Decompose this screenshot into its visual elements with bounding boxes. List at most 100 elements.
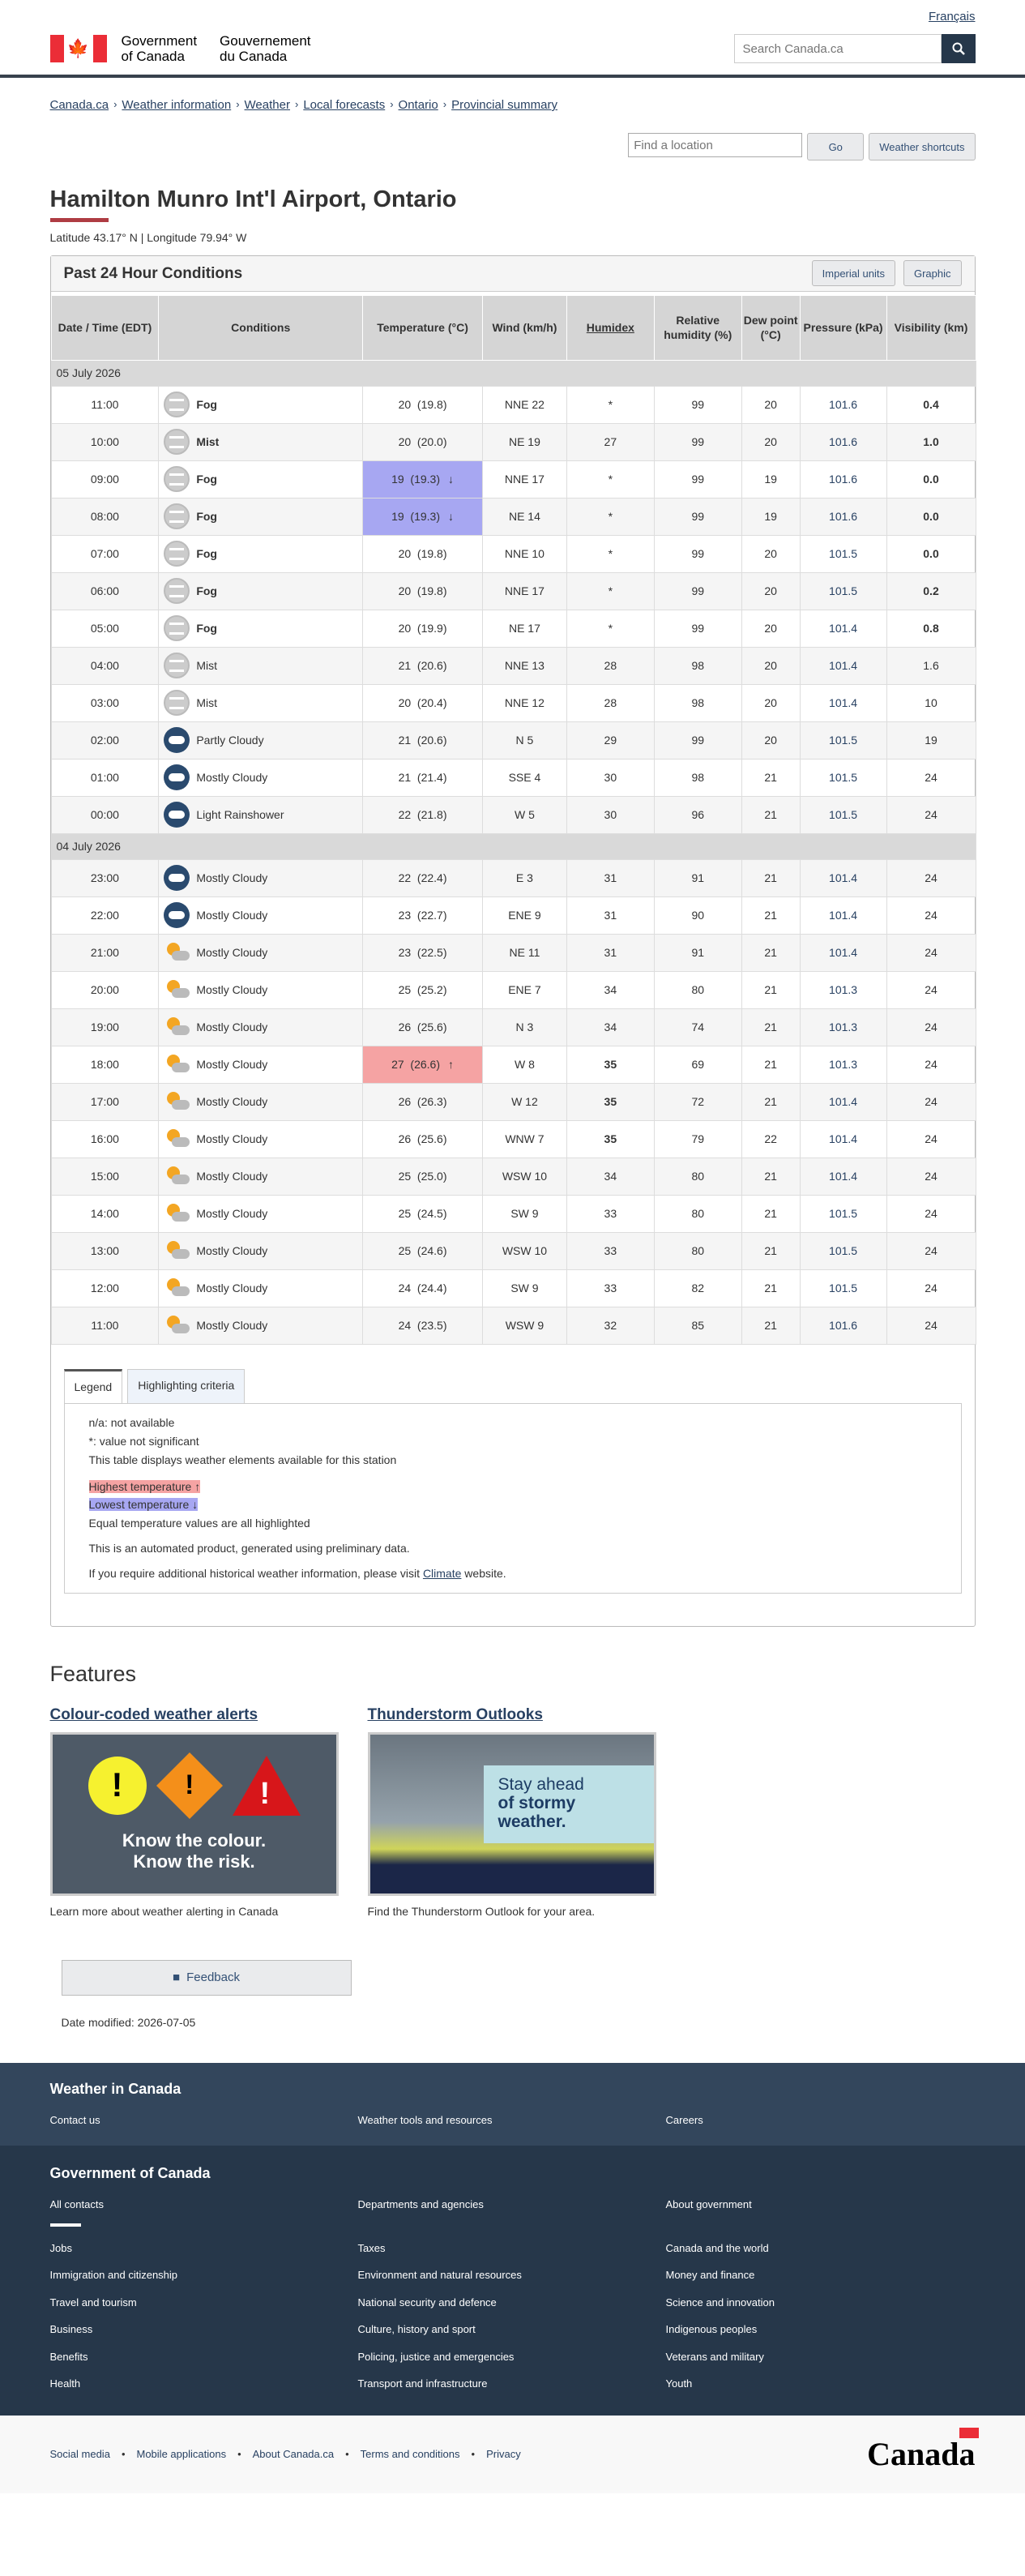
- humidity-cell: 91: [653, 933, 742, 972]
- breadcrumb-link[interactable]: Weather: [245, 97, 290, 113]
- footer-link[interactable]: Benefits: [50, 2350, 358, 2364]
- breadcrumb-link[interactable]: Canada.ca: [50, 97, 109, 113]
- wind-cell: WNW 7: [481, 1119, 567, 1158]
- footer-link[interactable]: Culture, history and sport: [358, 2322, 666, 2337]
- temp-detail: (24.6): [416, 1243, 447, 1257]
- footer-link[interactable]: Contact us: [50, 2113, 358, 2128]
- legend-equal: Equal temperature values are all highlig…: [88, 1517, 310, 1530]
- fog-weather-icon: [164, 503, 190, 530]
- humidity-cell: 90: [653, 896, 742, 935]
- footer-link[interactable]: Money and finance: [666, 2268, 974, 2283]
- date-modified: Date modified: 2026-07-05: [61, 2015, 196, 2029]
- alerts-image[interactable]: ! ! ! Know the colour. Know the risk.: [49, 1732, 339, 1897]
- pressure-cell: 101.5: [799, 1194, 887, 1233]
- alerts-link[interactable]: Colour-coded weather alerts: [50, 1706, 258, 1723]
- temp-value: 20: [398, 584, 412, 597]
- footer-link[interactable]: Health: [50, 2377, 358, 2391]
- conditions-cell: Mostly Cloudy: [158, 896, 364, 935]
- breadcrumb-link[interactable]: Ontario: [399, 97, 438, 113]
- table-row: 08:00 Fog 19 (19.3) ↓ NE 14 * 99 19 101.6 0.0: [50, 497, 976, 536]
- search-icon: [952, 42, 965, 55]
- time-cell: 15:00: [50, 1157, 160, 1196]
- footer-link[interactable]: Canada and the world: [666, 2241, 974, 2256]
- temp-value: 20: [398, 434, 412, 448]
- pressure-cell: 101.4: [799, 933, 887, 972]
- tab-highlighting-criteria[interactable]: Highlighting criteria: [127, 1368, 246, 1403]
- thunderstorm-image[interactable]: Stay ahead of stormy weather.: [367, 1732, 656, 1897]
- footer-bottom-link[interactable]: About Canada.ca: [253, 2447, 334, 2462]
- arrow-down-icon: ↓: [448, 472, 454, 486]
- breadcrumb-link[interactable]: Weather information: [122, 97, 231, 113]
- temp-detail: (25.6): [416, 1132, 447, 1145]
- header-divider: [0, 75, 1025, 78]
- dew-point-cell: 21: [741, 1045, 801, 1084]
- arrow-up-icon: ↑: [448, 1057, 454, 1071]
- feedback-button[interactable]: ■ Feedback: [61, 1959, 352, 1996]
- footer-link[interactable]: Environment and natural resources: [358, 2268, 666, 2283]
- footer-link[interactable]: Transport and infrastructure: [358, 2377, 666, 2391]
- footer-link[interactable]: Science and innovation: [666, 2296, 974, 2310]
- footer-link[interactable]: Departments and agencies: [358, 2197, 666, 2212]
- footer-link[interactable]: Weather tools and resources: [358, 2113, 666, 2128]
- temp-detail: (26.3): [416, 1094, 447, 1108]
- legend-na: n/a: not available: [88, 1415, 175, 1429]
- canada-flag-icon: 🍁: [49, 35, 107, 62]
- footer-government: Government of Canada All contacts Departm…: [0, 2145, 1025, 2416]
- humidex-cell: 35: [566, 1045, 655, 1084]
- visibility-cell: 24: [886, 1194, 976, 1233]
- footer-bottom-link[interactable]: Social media: [50, 2447, 110, 2462]
- footer-link[interactable]: All contacts: [50, 2197, 358, 2212]
- weather-shortcuts-button[interactable]: Weather shortcuts: [869, 133, 976, 161]
- conditions-cell: Mist: [158, 646, 364, 685]
- temp-detail: (19.3): [410, 472, 440, 486]
- footer-link[interactable]: Immigration and citizenship: [50, 2268, 358, 2283]
- time-cell: 11:00: [50, 1306, 160, 1345]
- condition-text: Mostly Cloudy: [196, 945, 268, 959]
- tab-legend[interactable]: Legend: [63, 1368, 123, 1403]
- footer-link[interactable]: About government: [666, 2197, 974, 2212]
- climate-link[interactable]: Climate: [423, 1567, 461, 1580]
- footer-link[interactable]: Jobs: [50, 2241, 358, 2256]
- column-header[interactable]: Humidex: [566, 294, 655, 361]
- footer-link[interactable]: Travel and tourism: [50, 2296, 358, 2310]
- footer-link[interactable]: Policing, justice and emergencies: [358, 2350, 666, 2364]
- gov-canada-signature[interactable]: 🍁 Government of Canada Gouvernement du Can…: [49, 33, 334, 64]
- language-toggle-link[interactable]: Français: [929, 10, 976, 24]
- legend-desc: This table displays weather elements ava…: [88, 1453, 397, 1466]
- conditions-cell: Mostly Cloudy: [158, 1157, 364, 1196]
- date-group-row: 05 July 2026: [50, 359, 976, 387]
- visibility-cell: 24: [886, 795, 976, 834]
- graphic-button[interactable]: Graphic: [903, 260, 962, 287]
- search-button[interactable]: [941, 34, 976, 63]
- footer-link[interactable]: Youth: [666, 2377, 974, 2391]
- column-header: Pressure (kPa): [799, 294, 887, 361]
- footer-link[interactable]: Veterans and military: [666, 2350, 974, 2364]
- imperial-units-button[interactable]: Imperial units: [811, 260, 895, 287]
- humidity-cell: 82: [653, 1269, 742, 1307]
- column-header: Date / Time (EDT): [50, 294, 160, 361]
- time-cell: 03:00: [50, 683, 160, 722]
- footer-link[interactable]: National security and defence: [358, 2296, 666, 2310]
- humidity-cell: 99: [653, 721, 742, 760]
- humidex-cell: 31: [566, 858, 655, 897]
- breadcrumb-link[interactable]: Provincial summary: [451, 97, 557, 113]
- footer-bottom-link[interactable]: Privacy: [486, 2447, 521, 2462]
- footer-bottom-link[interactable]: Terms and conditions: [361, 2447, 460, 2462]
- breadcrumb-link[interactable]: Local forecasts: [303, 97, 385, 113]
- footer-bottom-link[interactable]: Mobile applications: [137, 2447, 227, 2462]
- sun-weather-icon: [164, 1089, 190, 1115]
- footer-link[interactable]: Careers: [666, 2113, 974, 2128]
- footer-link[interactable]: Indigenous peoples: [666, 2322, 974, 2337]
- dew-point-cell: 20: [741, 683, 801, 722]
- footer-link[interactable]: Business: [50, 2322, 358, 2337]
- search-input[interactable]: [733, 34, 942, 63]
- temperature-cell: 25 (25.2): [362, 970, 483, 1009]
- go-button[interactable]: Go: [807, 133, 865, 161]
- footer-link[interactable]: Taxes: [358, 2241, 666, 2256]
- column-header: Relative humidity (%): [653, 294, 742, 361]
- temp-detail: (19.9): [416, 621, 447, 635]
- find-location-input[interactable]: [628, 133, 803, 158]
- table-row: 13:00 Mostly Cloudy 25 (24.6) WSW 10 33 80 21 1…: [50, 1231, 976, 1270]
- thunderstorm-link[interactable]: Thunderstorm Outlooks: [368, 1706, 543, 1723]
- pressure-cell: 101.4: [799, 1157, 887, 1196]
